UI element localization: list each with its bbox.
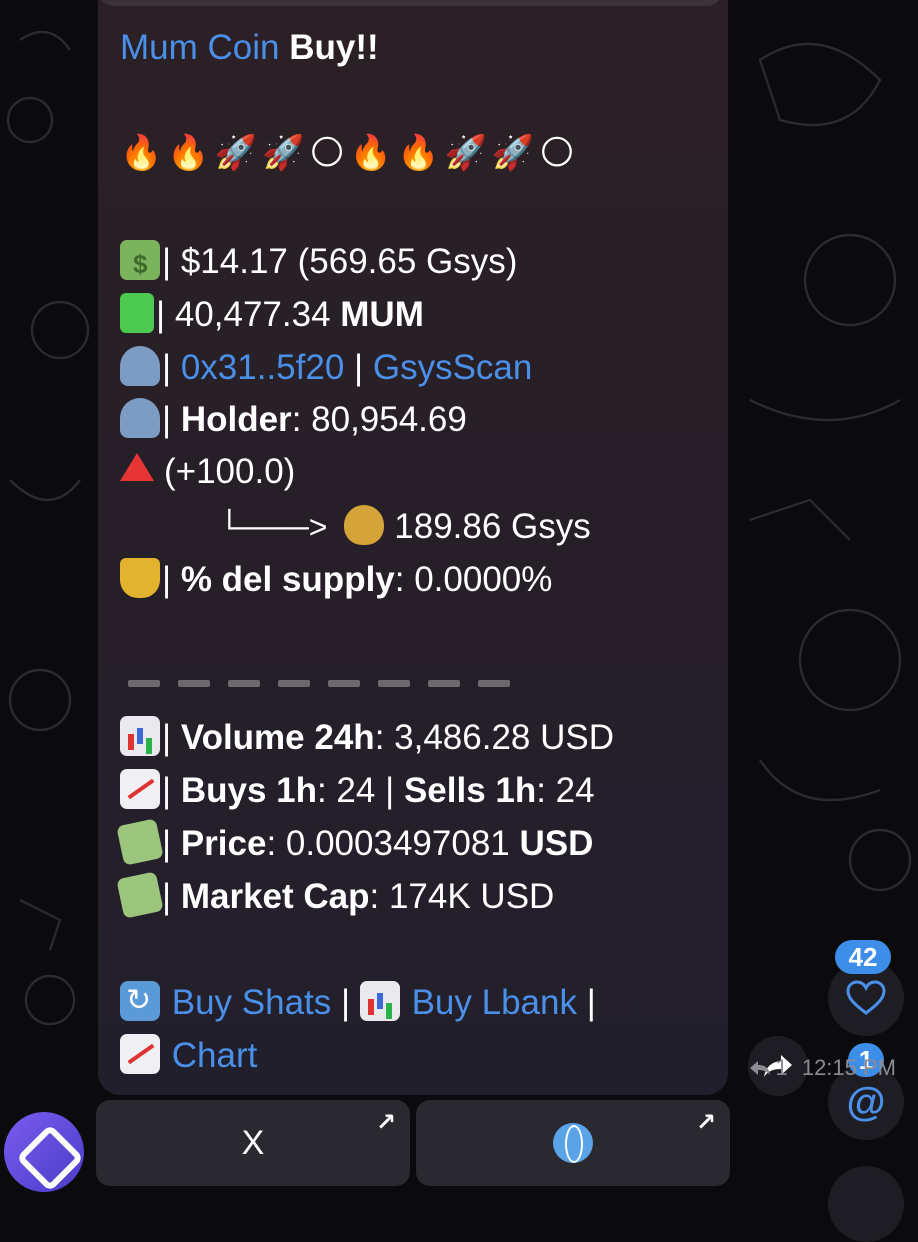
separator: | xyxy=(385,771,395,810)
separator: | xyxy=(162,348,172,387)
money-bag-icon xyxy=(344,505,385,545)
scroll-down-button[interactable] xyxy=(828,1166,904,1242)
fire-icon: 🔥 xyxy=(167,134,210,172)
position-line: └───> 189.86 Gsys xyxy=(218,505,591,547)
price-value: : 0.0003497081 xyxy=(266,824,510,863)
supply-line: | % del supply: 0.0000% xyxy=(120,558,552,600)
user-icon xyxy=(120,398,160,438)
market-cap-label: Market Cap xyxy=(180,877,370,916)
fire-icon: 🔥 xyxy=(349,134,393,172)
chart-link-line: Chart xyxy=(120,1034,257,1076)
separator: | xyxy=(162,824,172,863)
chart-increasing-icon xyxy=(120,769,160,809)
separator: | xyxy=(162,771,172,810)
refresh-icon xyxy=(120,981,160,1021)
wallet-line: | 0x31..5f20 | GsysScan xyxy=(120,346,532,388)
emoji-row: 🔥 🔥 🚀 🚀 🌕 🔥 🔥 🚀 🚀 🌕 xyxy=(120,133,580,173)
message-title: Mum Coin Buy!! xyxy=(120,28,379,68)
change-value: (+100.0) xyxy=(164,452,296,491)
reply-icon xyxy=(750,1061,771,1075)
fire-icon: 🔥 xyxy=(120,134,163,172)
price-unit: USD xyxy=(519,824,594,863)
buys-label: Buys 1h xyxy=(180,771,317,810)
heart-icon xyxy=(846,980,886,1015)
volume-value: : 3,486.28 USD xyxy=(374,718,614,757)
market-cap-value: : 174K USD xyxy=(369,877,555,916)
separator: | xyxy=(341,983,351,1022)
globe-icon xyxy=(553,1123,593,1163)
mum-coin-link[interactable]: Mum Coin xyxy=(120,28,279,67)
website-button[interactable]: ↗ xyxy=(416,1100,730,1186)
external-link-icon: ↗ xyxy=(695,1109,716,1136)
sells-value: : 24 xyxy=(536,771,595,810)
message-time: 12:15 PM xyxy=(801,1055,896,1080)
trophy-icon xyxy=(120,558,160,598)
bar-chart-icon xyxy=(359,981,400,1021)
sells-label: Sells 1h xyxy=(403,771,537,810)
holder-value: : 80,954.69 xyxy=(291,400,467,439)
rocket-icon: 🚀 xyxy=(214,134,258,172)
position-value: 189.86 Gsys xyxy=(394,507,591,546)
gsysscan-link[interactable]: GsysScan xyxy=(373,348,533,387)
buy-lbank-link[interactable]: Buy Lbank xyxy=(412,983,577,1022)
wallet-address-link[interactable]: 0x31..5f20 xyxy=(181,348,344,387)
title-buy-text: Buy!! xyxy=(289,28,379,67)
separator: | xyxy=(162,400,172,439)
price-line: | Price: 0.0003497081 USD xyxy=(116,818,594,866)
volume-line: | Volume 24h: 3,486.28 USD xyxy=(120,716,614,758)
spent-line: | $14.17 (569.65 Gsys) xyxy=(120,240,518,284)
volume-label: Volume 24h xyxy=(180,718,375,757)
money-with-wings-icon xyxy=(116,818,164,866)
amount-token: MUM xyxy=(340,295,424,334)
supply-value: : 0.0000% xyxy=(394,560,553,599)
x-button[interactable]: X ↗ xyxy=(96,1100,410,1186)
user-icon xyxy=(120,346,160,386)
links-line: Buy Shats | Buy Lbank | xyxy=(120,981,596,1023)
cash-icon xyxy=(120,240,160,284)
at-icon: @ xyxy=(846,1079,886,1124)
rocket-icon: 🚀 xyxy=(262,134,305,172)
bot-avatar[interactable] xyxy=(4,1112,84,1192)
rocket-icon: 🚀 xyxy=(444,134,487,172)
holder-label: Holder xyxy=(180,400,292,439)
battery-icon xyxy=(120,293,154,333)
holder-line: | Holder: 80,954.69 xyxy=(120,398,467,440)
dashed-divider xyxy=(128,680,510,687)
buys-sells-line: | Buys 1h: 24 | Sells 1h: 24 xyxy=(120,769,595,811)
separator: | xyxy=(156,295,166,334)
chart-increasing-icon xyxy=(120,1034,160,1074)
rocket-icon: 🚀 xyxy=(491,134,535,172)
fire-icon: 🔥 xyxy=(397,134,440,172)
x-button-label: X xyxy=(241,1123,265,1162)
separator: | xyxy=(586,983,596,1022)
change-line: (+100.0) xyxy=(120,452,295,492)
buy-shats-link[interactable]: Buy Shats xyxy=(172,983,332,1022)
message-meta: 1 12:15 PM xyxy=(749,1055,896,1081)
moon-icon: 🌕 xyxy=(309,134,345,172)
red-triangle-up-icon xyxy=(120,453,154,481)
moon-icon: 🌕 xyxy=(539,134,575,172)
reactions-count-badge: 42 xyxy=(835,940,891,974)
arrow-connector: └───> xyxy=(218,509,328,545)
separator: | xyxy=(162,877,172,916)
supply-label: % del supply xyxy=(180,560,395,599)
money-with-wings-icon xyxy=(116,871,164,919)
market-cap-line: | Market Cap: 174K USD xyxy=(116,871,555,919)
reply-preview-bar[interactable] xyxy=(98,0,723,6)
separator: | xyxy=(354,348,364,387)
separator: | xyxy=(162,560,172,599)
chart-link[interactable]: Chart xyxy=(172,1036,258,1075)
spent-value: $14.17 (569.65 Gsys) xyxy=(180,242,518,281)
bar-chart-icon xyxy=(120,716,160,756)
external-link-icon: ↗ xyxy=(375,1109,396,1136)
separator: | xyxy=(162,242,172,281)
price-label: Price xyxy=(180,824,267,863)
reply-count[interactable]: 1 xyxy=(775,1055,787,1080)
amount-line: | 40,477.34 MUM xyxy=(120,293,424,335)
separator: | xyxy=(162,718,172,757)
buys-value: : 24 xyxy=(316,771,376,810)
amount-value: 40,477.34 xyxy=(174,295,331,334)
